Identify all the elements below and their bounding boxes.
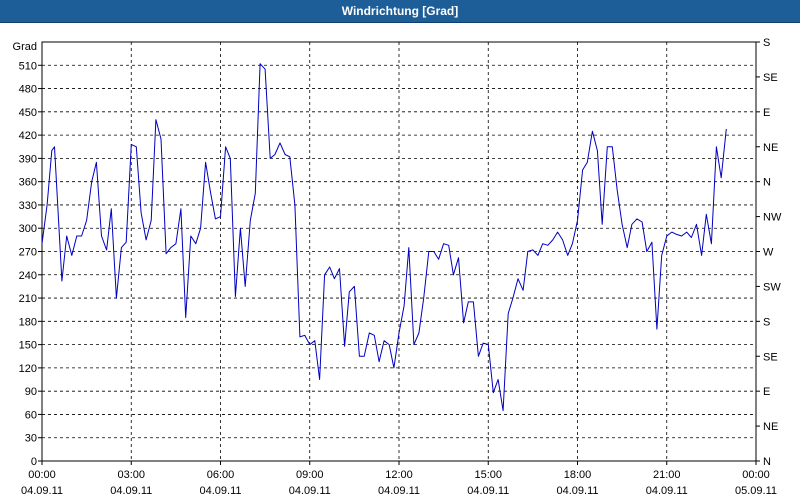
- x-tick-time: 21:00: [653, 469, 681, 481]
- x-tick-date: 04.09.11: [199, 485, 241, 497]
- right-tick-label: E: [763, 107, 770, 119]
- x-tick-date: 04.09.11: [556, 485, 598, 497]
- y-tick-label: 90: [25, 386, 37, 398]
- y-tick-label: 60: [25, 409, 37, 421]
- y-tick-label: 390: [19, 153, 37, 165]
- right-tick-label: N: [763, 456, 771, 468]
- x-tick-time: 00:00: [742, 469, 770, 481]
- grid: [42, 42, 756, 461]
- y-tick-label: 30: [25, 433, 37, 445]
- right-tick-label: SE: [763, 72, 778, 84]
- series-lines: [41, 63, 727, 412]
- x-tick-time: 09:00: [296, 469, 324, 481]
- y-tick-label: 0: [31, 456, 37, 468]
- y-tick-label: 420: [19, 130, 37, 142]
- y-axis-label: Grad: [13, 41, 37, 53]
- x-tick-time: 00:00: [28, 469, 56, 481]
- x-tick-date: 04.09.11: [378, 485, 420, 497]
- x-tick-time: 15:00: [474, 469, 502, 481]
- x-tick-date: 04.09.11: [646, 485, 688, 497]
- y-tick-label: 150: [19, 340, 37, 352]
- y-tick-label: 240: [19, 270, 37, 282]
- x-tick-date: 04.09.11: [21, 485, 63, 497]
- chart-window: Windrichtung [Grad] Grad 0 30 60 90 120 150 18…: [0, 0, 800, 500]
- right-tick-label: S: [763, 316, 770, 328]
- y-tick-label: 180: [19, 316, 37, 328]
- x-tick-date: 05.09.11: [735, 485, 777, 497]
- right-tick-label: NE: [763, 142, 778, 154]
- y-tick-label: 210: [19, 293, 37, 305]
- x-tick-time: 06:00: [207, 469, 235, 481]
- right-tick-label: NW: [763, 212, 782, 224]
- right-tick-label: SW: [763, 281, 781, 293]
- y-tick-label: 360: [19, 177, 37, 189]
- y-axis-ticks: 0 30 60 90 120 150 180 210 240 270 300 330 360 390 420…: [19, 60, 42, 468]
- x-tick-date: 04.09.11: [467, 485, 509, 497]
- y-tick-label: 120: [19, 363, 37, 375]
- y-tick-label: 480: [19, 84, 37, 96]
- x-tick-time: 03:00: [117, 469, 145, 481]
- series-line: [41, 63, 727, 412]
- y-tick-label: 300: [19, 223, 37, 235]
- right-axis-ticks: N NE E SE S SW W NW N NE E SE S: [756, 37, 782, 468]
- right-tick-label: NE: [763, 421, 778, 433]
- x-tick-time: 12:00: [385, 469, 413, 481]
- y-tick-label: 450: [19, 107, 37, 119]
- x-tick-date: 04.09.11: [110, 485, 152, 497]
- wind-direction-chart: Grad 0 30 60 90 120 150 180 210 240 270 300 330 360 3…: [13, 37, 782, 497]
- right-tick-label: SE: [763, 351, 778, 363]
- right-tick-label: S: [763, 37, 770, 49]
- y-tick-label: 510: [19, 60, 37, 72]
- x-axis-ticks: 00:00 04.09.11 03:00 04.09.11 06:00 04.09.11 0…: [21, 461, 777, 497]
- right-tick-label: W: [763, 247, 774, 259]
- x-tick-date: 04.09.11: [289, 485, 331, 497]
- y-tick-label: 330: [19, 200, 37, 212]
- y-tick-label: 270: [19, 247, 37, 259]
- x-tick-time: 18:00: [564, 469, 592, 481]
- right-tick-label: E: [763, 386, 770, 398]
- right-tick-label: N: [763, 177, 771, 189]
